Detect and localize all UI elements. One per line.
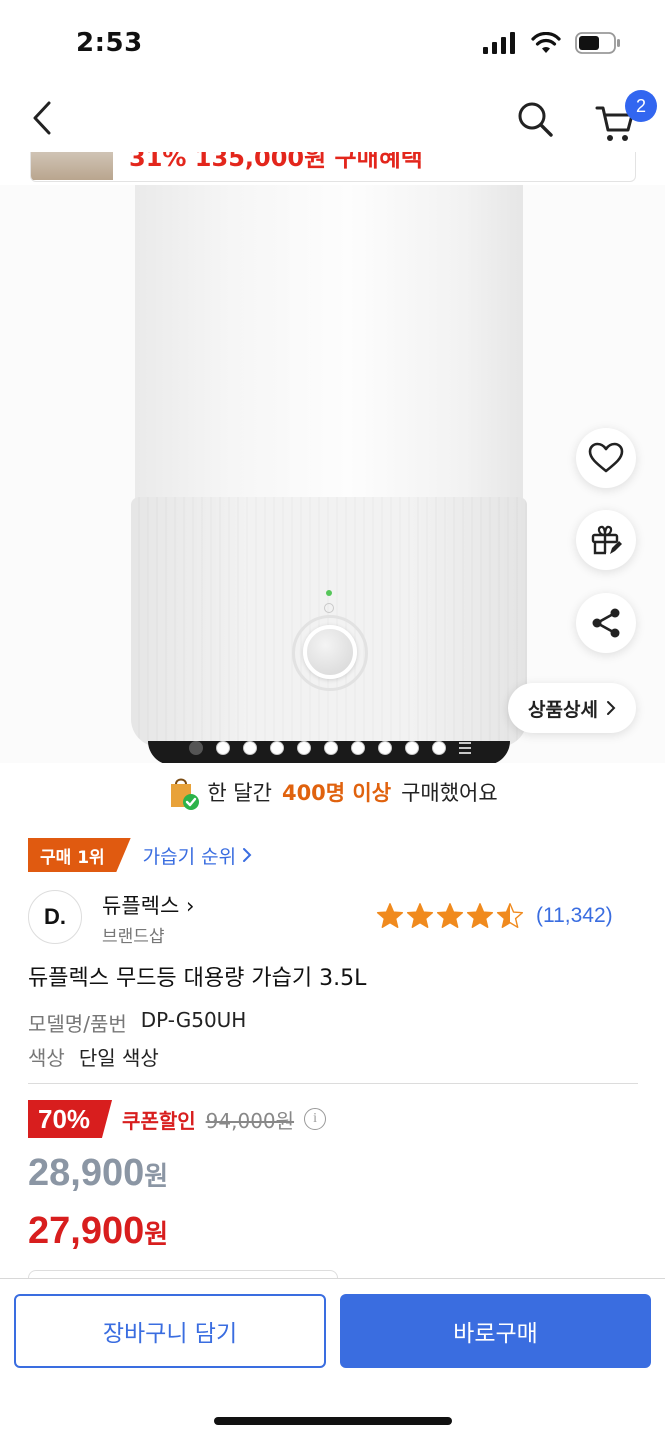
carousel-dot[interactable] bbox=[405, 741, 419, 755]
final-price-value: 27,900 bbox=[28, 1210, 145, 1252]
promo-banner[interactable]: 31% 135,000원 구매혜택 bbox=[30, 152, 636, 182]
star-icon bbox=[436, 903, 464, 929]
home-indicator bbox=[214, 1417, 452, 1425]
carousel-dot[interactable] bbox=[432, 741, 446, 755]
review-count[interactable]: (11,342) bbox=[536, 904, 613, 928]
chevron-right-icon bbox=[606, 701, 616, 715]
product-detail-label: 상품상세 bbox=[528, 698, 598, 721]
brand-shop-label: 브랜드샵 bbox=[102, 927, 165, 947]
star-icon bbox=[376, 903, 404, 929]
carousel-dot[interactable] bbox=[243, 741, 257, 755]
product-title: 듀플렉스 무드등 대용량 가습기 3.5L bbox=[28, 966, 367, 991]
brand-name-link[interactable]: 듀플렉스 › bbox=[102, 890, 194, 920]
product-image-carousel[interactable] bbox=[0, 185, 665, 763]
carousel-dot[interactable] bbox=[378, 741, 392, 755]
carousel-dot[interactable] bbox=[270, 741, 284, 755]
heart-icon bbox=[588, 442, 624, 473]
rank-row: 구매 1위 가습기 순위 bbox=[28, 838, 252, 872]
humidifier-tank bbox=[135, 185, 523, 503]
star-icon bbox=[406, 903, 434, 929]
spec-key: 모델명/품번 bbox=[28, 1012, 127, 1036]
gift-icon bbox=[591, 525, 622, 555]
discount-row: 70% 쿠폰할인 94,000원 i bbox=[28, 1100, 327, 1138]
category-rank-link[interactable]: 가습기 순위 bbox=[143, 842, 252, 869]
info-icon[interactable]: i bbox=[304, 1108, 327, 1130]
carousel-more-icon[interactable] bbox=[459, 742, 471, 754]
coupon-label: 쿠폰할인 bbox=[122, 1108, 196, 1133]
cart-count-badge: 2 bbox=[625, 90, 657, 122]
star-rating bbox=[376, 902, 524, 930]
price-before-coupon: 28,900원 bbox=[28, 1152, 168, 1195]
brand-logo[interactable]: D. bbox=[28, 890, 82, 944]
status-time: 2:53 bbox=[76, 28, 143, 58]
search-button[interactable] bbox=[512, 96, 558, 142]
cart-button[interactable]: 2 bbox=[592, 90, 657, 144]
promo-thumbnail bbox=[31, 152, 113, 180]
carousel-dot[interactable] bbox=[189, 741, 203, 755]
original-price: 94,000원 bbox=[205, 1108, 295, 1133]
share-button[interactable] bbox=[576, 593, 636, 653]
purchase-info-prefix: 한 달간 bbox=[207, 781, 272, 805]
rating[interactable]: (11,342) bbox=[376, 902, 613, 930]
star-icon bbox=[466, 903, 494, 929]
status-icons bbox=[483, 31, 621, 58]
purchase-info-suffix: 구매했어요 bbox=[401, 781, 498, 805]
product-detail-button[interactable]: 상품상세 bbox=[508, 683, 636, 733]
promo-text: 31% 135,000원 구매혜택 bbox=[129, 152, 423, 172]
wifi-icon bbox=[531, 31, 561, 58]
carousel-dot[interactable] bbox=[324, 741, 338, 755]
carousel-pagination bbox=[189, 741, 471, 755]
carousel-dot[interactable] bbox=[297, 741, 311, 755]
battery-icon bbox=[575, 32, 621, 58]
final-price: 27,900원 bbox=[28, 1210, 168, 1253]
purchase-info-highlight: 400명 이상 bbox=[281, 781, 392, 805]
power-led bbox=[326, 590, 332, 596]
chevron-right-icon bbox=[243, 848, 252, 862]
signal-icon bbox=[483, 32, 517, 58]
back-button[interactable] bbox=[22, 96, 62, 140]
share-icon bbox=[592, 608, 620, 638]
currency-unit: 원 bbox=[144, 1162, 169, 1192]
brand-name: 듀플렉스 bbox=[102, 894, 180, 918]
buy-now-button[interactable]: 바로구매 bbox=[340, 1294, 651, 1368]
star-icon bbox=[496, 903, 524, 929]
back-icon bbox=[33, 101, 51, 135]
price-before-value: 28,900 bbox=[28, 1152, 145, 1194]
top-nav: 2 bbox=[0, 84, 665, 154]
wishlist-button[interactable] bbox=[576, 428, 636, 488]
spec-model: 모델명/품번 DP-G50UH bbox=[28, 1008, 246, 1037]
chevron-right-icon: › bbox=[179, 894, 195, 918]
shopping-bag-icon bbox=[167, 775, 200, 810]
carousel-dot[interactable] bbox=[351, 741, 365, 755]
control-dial bbox=[303, 625, 357, 679]
rank-badge: 구매 1위 bbox=[28, 838, 131, 872]
carousel-dot[interactable] bbox=[216, 741, 230, 755]
bottom-action-bar: 장바구니 담기 바로구매 bbox=[0, 1278, 665, 1440]
power-icon bbox=[324, 603, 334, 613]
category-rank-label: 가습기 순위 bbox=[142, 845, 237, 868]
status-bar: 2:53 bbox=[0, 0, 665, 80]
search-icon bbox=[518, 102, 553, 137]
spec-key: 색상 bbox=[28, 1046, 65, 1070]
divider bbox=[28, 1083, 638, 1084]
gift-button[interactable] bbox=[576, 510, 636, 570]
spec-value: 단일 색상 bbox=[78, 1046, 159, 1070]
add-to-cart-button[interactable]: 장바구니 담기 bbox=[14, 1294, 326, 1368]
currency-unit: 원 bbox=[144, 1220, 169, 1250]
purchase-info: 한 달간 400명 이상 구매했어요 bbox=[0, 772, 665, 812]
spec-color: 색상 단일 색상 bbox=[28, 1042, 159, 1071]
discount-percent-badge: 70% bbox=[28, 1100, 113, 1138]
spec-value: DP-G50UH bbox=[140, 1008, 247, 1032]
